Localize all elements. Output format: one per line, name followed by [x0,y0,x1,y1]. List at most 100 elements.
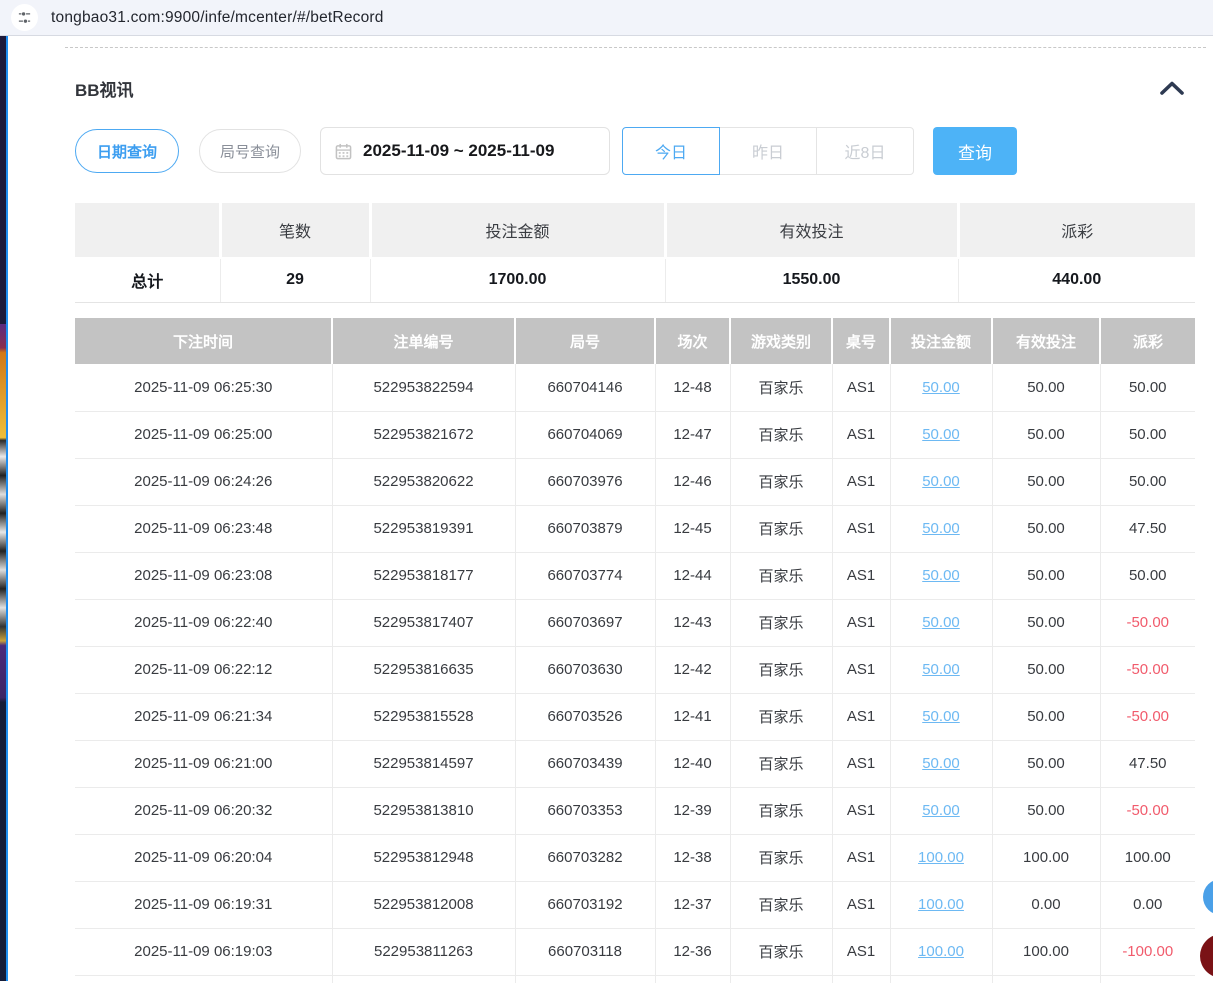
cell-slip-number: 522953819391 [332,505,515,552]
header-valid-bet: 有效投注 [992,318,1100,364]
today-button[interactable]: 今日 [622,127,720,175]
cell-slip-number: 522953816635 [332,646,515,693]
table-row: 2025-11-09 06:23:48522953819391660703879… [75,505,1195,552]
cell-bet-time: 2025-11-09 06:22:12 [75,646,332,693]
cell-valid-bet: 100.00 [992,928,1100,975]
summary-header-row: 笔数 投注金额 有效投注 派彩 [75,203,1195,258]
site-settings-icon[interactable] [11,4,38,31]
browser-address-bar[interactable]: tongbao31.com:9900/infe/mcenter/#/betRec… [0,0,1213,36]
floating-promo-button[interactable] [1200,934,1213,978]
quick-date-group: 今日 昨日 近8日 [622,127,914,175]
calendar-icon [335,143,352,160]
filter-toolbar: 日期查询 局号查询 2025-11-09 ~ 2025-11-09 今日 昨日 … [75,127,1017,175]
cell-bet-amount: 50.00 [890,411,992,458]
bet-amount-link[interactable]: 50.00 [922,379,960,396]
cell-payout: -50.00 [1100,693,1195,740]
yesterday-button[interactable]: 昨日 [719,127,817,175]
cell-bet-time: 2025-11-09 06:20:32 [75,787,332,834]
summary-total-bet-amount: 1700.00 [370,258,665,302]
cell-table-number: AS1 [832,928,890,975]
cell-slip-number: 522953814597 [332,740,515,787]
cell-session: 12-40 [655,740,730,787]
summary-total-count: 29 [220,258,370,302]
cell-valid-bet: 50.00 [992,458,1100,505]
cell-session: 12-42 [655,646,730,693]
cell-game-type: 百家乐 [730,411,832,458]
cell-slip-number: 522953815528 [332,693,515,740]
floating-service-button[interactable] [1203,879,1213,915]
cell-bet-time: 2025-11-09 06:20:04 [75,834,332,881]
cell-table-number: AS1 [832,787,890,834]
url-text[interactable]: tongbao31.com:9900/infe/mcenter/#/betRec… [51,9,384,27]
header-game-type: 游戏类别 [730,318,832,364]
cell-round-number: 660703282 [515,834,655,881]
cell-bet-amount: 100.00 [890,928,992,975]
cell-game-type: 百家乐 [730,881,832,928]
table-row: 2025-11-09 06:20:04522953812948660703282… [75,834,1195,881]
bet-amount-link[interactable]: 100.00 [918,896,964,913]
bet-amount-link[interactable]: 50.00 [922,426,960,443]
cell-round-number: 660703439 [515,740,655,787]
date-range-input[interactable]: 2025-11-09 ~ 2025-11-09 [320,127,610,175]
partial-next-row [75,975,1195,983]
cell-bet-time: 2025-11-09 06:24:26 [75,458,332,505]
date-query-tab[interactable]: 日期查询 [75,129,179,173]
cell-table-number: AS1 [832,411,890,458]
bet-amount-link[interactable]: 50.00 [922,567,960,584]
cell-table-number: AS1 [832,552,890,599]
cell-round-number: 660703630 [515,646,655,693]
cell-bet-amount: 50.00 [890,693,992,740]
bet-amount-link[interactable]: 50.00 [922,802,960,819]
cell-valid-bet: 50.00 [992,740,1100,787]
cell-session: 12-44 [655,552,730,599]
bet-amount-link[interactable]: 50.00 [922,755,960,772]
date-range-value: 2025-11-09 ~ 2025-11-09 [363,141,554,161]
cell-game-type: 百家乐 [730,364,832,411]
header-bet-time: 下注时间 [75,318,332,364]
cell-valid-bet: 50.00 [992,646,1100,693]
cell-valid-bet: 0.00 [992,881,1100,928]
cell-table-number: AS1 [832,505,890,552]
cell-valid-bet: 100.00 [992,834,1100,881]
cell-table-number: AS1 [832,834,890,881]
bet-amount-link[interactable]: 100.00 [918,849,964,866]
cell-game-type: 百家乐 [730,458,832,505]
bet-amount-link[interactable]: 100.00 [918,943,964,960]
summary-header-blank [75,203,220,258]
cell-slip-number: 522953812008 [332,881,515,928]
collapse-panel-button[interactable] [1156,77,1188,99]
table-row: 2025-11-09 06:21:34522953815528660703526… [75,693,1195,740]
bet-amount-link[interactable]: 50.00 [922,473,960,490]
cell-round-number: 660704069 [515,411,655,458]
bet-amount-link[interactable]: 50.00 [922,708,960,725]
bet-amount-link[interactable]: 50.00 [922,614,960,631]
last-8-days-button[interactable]: 近8日 [816,127,914,175]
cell-valid-bet: 50.00 [992,787,1100,834]
cell-table-number: AS1 [832,599,890,646]
cell-bet-time: 2025-11-09 06:23:48 [75,505,332,552]
cell-round-number: 660703976 [515,458,655,505]
cell-valid-bet: 50.00 [992,411,1100,458]
panel-left-border [6,36,8,981]
bet-amount-link[interactable]: 50.00 [922,520,960,537]
cell-bet-amount: 50.00 [890,740,992,787]
summary-header-payout: 派彩 [958,203,1195,258]
cell-round-number: 660704146 [515,364,655,411]
cell-bet-amount: 50.00 [890,787,992,834]
cell-table-number: AS1 [832,740,890,787]
cell-bet-time: 2025-11-09 06:25:00 [75,411,332,458]
cell-round-number: 660703879 [515,505,655,552]
cell-slip-number: 522953821672 [332,411,515,458]
cell-bet-time: 2025-11-09 06:22:40 [75,599,332,646]
bet-amount-link[interactable]: 50.00 [922,661,960,678]
cell-table-number: AS1 [832,881,890,928]
cell-valid-bet: 50.00 [992,505,1100,552]
cell-valid-bet: 50.00 [992,552,1100,599]
cell-round-number: 660703192 [515,881,655,928]
cell-game-type: 百家乐 [730,834,832,881]
round-query-tab[interactable]: 局号查询 [199,129,301,173]
cell-session: 12-46 [655,458,730,505]
search-button[interactable]: 查询 [933,127,1017,175]
cell-slip-number: 522953817407 [332,599,515,646]
cell-payout: 47.50 [1100,740,1195,787]
